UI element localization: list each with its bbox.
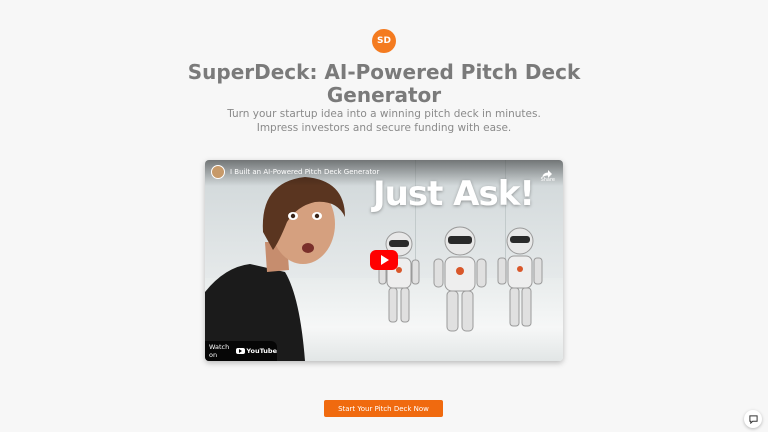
video-overlay-text: Just Ask!: [373, 174, 535, 214]
video-thumbnail-robot: [378, 231, 420, 323]
subtitle-line-1: Turn your startup idea into a winning pi…: [227, 108, 541, 120]
logo-text: SD: [377, 36, 391, 46]
youtube-icon: [236, 348, 246, 354]
logo-badge: SD: [372, 29, 396, 53]
video-embed[interactable]: I Built an AI-Powered Pitch Deck Generat…: [205, 160, 563, 361]
youtube-logo: YouTube: [236, 347, 277, 355]
chat-icon[interactable]: [744, 410, 762, 428]
watch-on-youtube-button[interactable]: Watch on YouTube: [205, 341, 277, 361]
channel-avatar[interactable]: [211, 165, 225, 179]
video-thumbnail-robot: [433, 226, 487, 332]
share-label[interactable]: Share: [541, 177, 555, 183]
start-pitch-deck-button[interactable]: Start Your Pitch Deck Now: [324, 400, 443, 417]
watch-on-label: Watch on: [209, 343, 230, 359]
page-subtitle: Turn your startup idea into a winning pi…: [184, 107, 584, 135]
video-thumbnail-person: [205, 177, 345, 361]
page-title: SuperDeck: AI-Powered Pitch Deck Generat…: [187, 60, 581, 107]
youtube-provider: YouTube: [246, 347, 277, 355]
video-title[interactable]: I Built an AI-Powered Pitch Deck Generat…: [230, 168, 379, 176]
play-icon[interactable]: [370, 250, 398, 270]
subtitle-line-2: Impress investors and secure funding wit…: [256, 122, 512, 134]
video-thumbnail-robot: [497, 227, 543, 327]
